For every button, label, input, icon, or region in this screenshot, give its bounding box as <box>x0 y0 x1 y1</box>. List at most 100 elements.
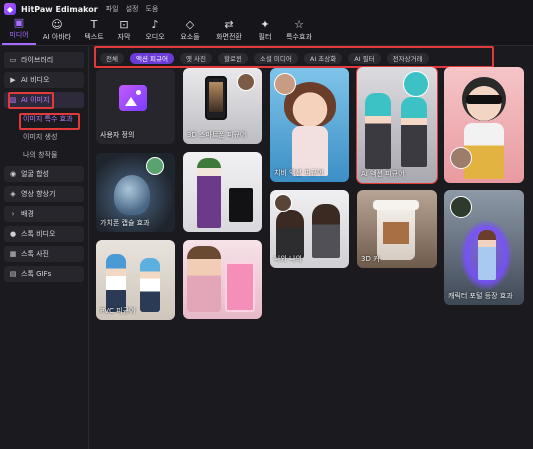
chip-halloween[interactable]: 할로윈 <box>217 52 248 64</box>
effect-card-gachapon[interactable]: 가치폰 캡슐 효과 <box>96 153 175 232</box>
sidebar-item-label: 스톡 GIFs <box>21 270 52 278</box>
person-left <box>276 210 304 258</box>
joker-figure <box>197 158 221 228</box>
effect-card-character-portal[interactable]: 캐릭터 포털 등장 효과 <box>444 190 524 305</box>
card-caption: 3D 스마트폰 피규어 <box>187 131 247 139</box>
effect-card-me-and-my[interactable]: 나와 나의 <box>270 190 349 268</box>
effect-card-joker-figure[interactable] <box>183 152 262 232</box>
card-caption: 치비 액션 피규어 <box>274 169 324 177</box>
ai-video-icon: ▶ <box>10 76 16 84</box>
sidebar-item-face-swap[interactable]: ◉ 얼굴 합성 <box>4 166 84 182</box>
source-thumb <box>274 194 292 212</box>
tab-transition[interactable]: ⇄ 화면전환 <box>208 19 250 45</box>
figure-left <box>365 93 391 169</box>
stock-video-icon: ● <box>9 230 17 238</box>
effect-card-sunglasses-figure[interactable] <box>444 67 524 183</box>
media-icon: ▣ <box>13 16 25 29</box>
effect-card-doll-box[interactable] <box>183 240 262 319</box>
sidebar-item-label: 영상 향상기 <box>21 190 56 198</box>
card-caption: PVC 피규어 <box>100 307 136 315</box>
card-caption: 사용자 정의 <box>100 131 135 139</box>
tab-label: 자막 <box>117 33 131 41</box>
effects-icon: ☆ <box>294 18 304 31</box>
effect-card-3d-coffee[interactable]: 3D 커 <box>357 190 437 268</box>
chevron-right-icon: › <box>11 210 15 218</box>
sidebar-item-enhancer[interactable]: ◈ 영상 향상기 <box>4 186 84 202</box>
effect-card-custom[interactable]: 사용자 정의 <box>96 69 175 144</box>
tab-label: 미디어 <box>9 31 29 39</box>
portal-character <box>478 230 496 280</box>
sidebar-item-ai-video[interactable]: ▶ AI 비디오 <box>4 72 84 88</box>
tab-label: 텍스트 <box>84 33 104 41</box>
stock-gif-icon: ▤ <box>9 270 17 278</box>
sidebar-item-library[interactable]: ▭ 라이브러리 <box>4 52 84 68</box>
tab-audio[interactable]: ♪ 오디오 <box>138 19 172 45</box>
effect-card-pvc-figure[interactable]: PVC 피규어 <box>96 240 175 320</box>
tab-label: 요소들 <box>180 33 200 41</box>
menu-help[interactable]: 도움 <box>145 4 158 14</box>
folder-icon: ▭ <box>9 56 17 64</box>
chip-old-photo[interactable]: 옛 사진 <box>179 52 212 64</box>
tab-ai-avatar[interactable]: ☺ AI 아바타 <box>36 19 78 45</box>
menu-settings[interactable]: 설정 <box>126 4 139 14</box>
menu-file[interactable]: 파일 <box>106 4 119 14</box>
subtitle-icon: ⊡ <box>119 18 129 31</box>
source-thumb <box>146 157 164 175</box>
chip-ecommerce[interactable]: 전자상거래 <box>386 52 429 64</box>
source-thumb <box>450 196 472 218</box>
ai-image-icon: ▨ <box>9 96 17 104</box>
figure-right <box>401 97 427 167</box>
sidebar-subitem-my-creations[interactable]: 나의 창작물 <box>20 148 84 162</box>
tab-label: 화면전환 <box>216 33 242 41</box>
source-thumb <box>450 147 472 169</box>
sidebar-subitem-image-effects[interactable]: 이미지 특수 효과 <box>20 112 84 126</box>
tab-elements[interactable]: ◇ 요소들 <box>172 19 208 45</box>
tab-media[interactable]: ▣ 미디어 <box>2 16 36 45</box>
sidebar-item-background[interactable]: › 배경 <box>4 206 84 222</box>
sidebar-item-ai-image[interactable]: ▨ AI 이미지 <box>4 92 84 108</box>
enhance-icon: ◈ <box>10 190 16 198</box>
sidebar-subitem-image-generation[interactable]: 이미지 생성 <box>20 130 84 144</box>
chip-action-figure[interactable]: 액션 피규어 <box>129 52 174 64</box>
chip-social-media[interactable]: 소셜 미디어 <box>253 52 298 64</box>
card-caption: 나와 나의 <box>274 255 302 263</box>
figure-box <box>229 188 253 222</box>
image-add-icon <box>119 85 147 111</box>
card-caption: 가치폰 캡슐 효과 <box>100 219 150 227</box>
app-title: HitPaw Edimakor <box>21 4 98 14</box>
sidebar-item-stock-gifs[interactable]: ▤ 스톡 GIFs <box>4 266 84 282</box>
chip-ai-filter[interactable]: AI 필터 <box>348 52 381 64</box>
tab-effects[interactable]: ☆ 특수효과 <box>280 19 318 45</box>
transition-icon: ⇄ <box>224 18 234 31</box>
stock-photo-icon: ▦ <box>9 250 17 258</box>
sidebar-item-label: 스톡 사진 <box>21 250 49 258</box>
sidebar-item-stock-video[interactable]: ● 스톡 비디오 <box>4 226 84 242</box>
effect-card-3d-smartphone[interactable]: 3D 스마트폰 피규어 <box>183 68 262 144</box>
sidebar-item-label: AI 이미지 <box>21 96 50 104</box>
phone-screen <box>209 82 223 112</box>
tab-text[interactable]: T 텍스트 <box>78 19 110 45</box>
sidebar-item-label: 라이브러리 <box>21 56 54 64</box>
effect-card-ai-action-figure[interactable]: AI 액션 피규어 <box>356 66 438 184</box>
figure-left <box>106 254 126 312</box>
tab-filter[interactable]: ✦ 필터 <box>250 19 280 45</box>
face-swap-icon: ◉ <box>9 170 17 178</box>
chip-ai-portrait[interactable]: AI 초상화 <box>303 52 343 64</box>
chip-all[interactable]: 전체 <box>100 52 124 64</box>
portrait-shape <box>187 246 221 312</box>
sidebar-item-stock-photo[interactable]: ▦ 스톡 사진 <box>4 246 84 262</box>
card-caption: 캐릭터 포털 등장 효과 <box>448 292 513 300</box>
elements-icon: ◇ <box>185 18 195 31</box>
source-thumb <box>237 73 255 91</box>
tab-subtitle[interactable]: ⊡ 자막 <box>110 19 138 45</box>
person-right <box>312 204 340 258</box>
main-toolbar: ▣ 미디어 ☺ AI 아바타 T 텍스트 ⊡ 자막 ♪ 오디오 ◇ 요소들 ⇄ 화면전환 ✦ 필… <box>0 16 533 46</box>
doll-box-shape <box>225 262 255 312</box>
effect-card-chibi[interactable]: 치비 액션 피규어 <box>270 68 349 182</box>
audio-icon: ♪ <box>151 18 159 31</box>
sidebar-item-label: AI 비디오 <box>21 76 50 84</box>
card-caption: AI 액션 피규어 <box>361 170 405 178</box>
title-bar: ◆ HitPaw Edimakor 파일 설정 도움 <box>0 0 533 18</box>
sidebar-item-label: 스톡 비디오 <box>21 230 56 238</box>
tab-label: AI 아바타 <box>42 33 72 41</box>
